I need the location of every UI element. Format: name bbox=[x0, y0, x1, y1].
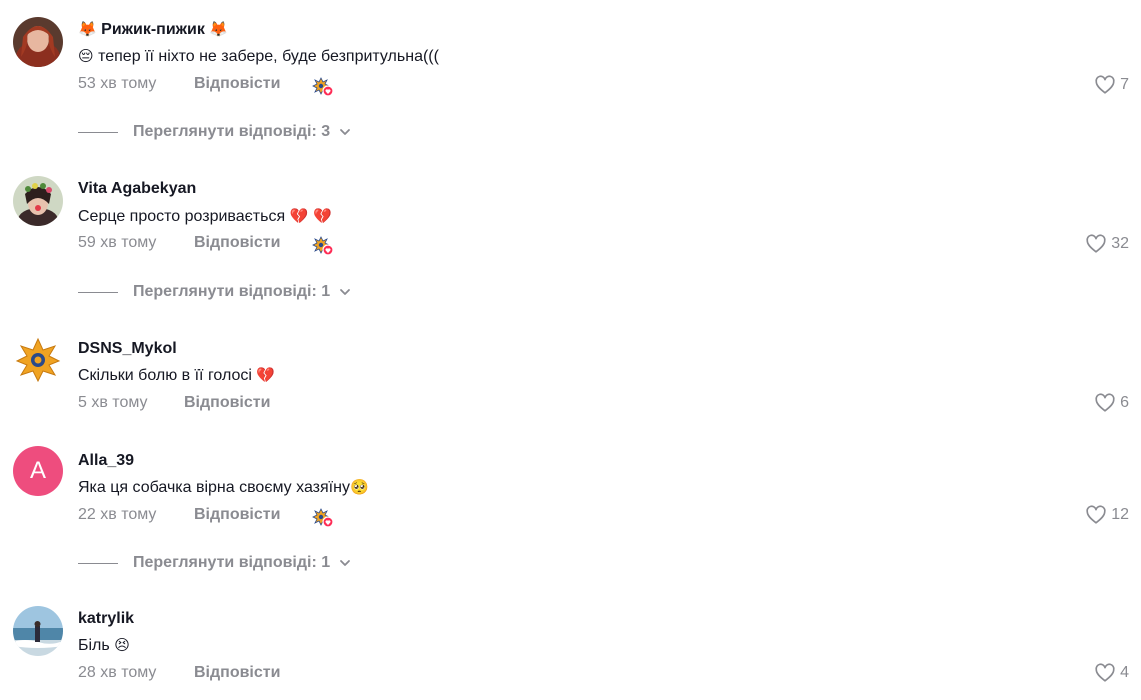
broken-heart-emoji: 💔 bbox=[256, 366, 276, 384]
like-button[interactable]: 12 bbox=[1085, 504, 1129, 526]
creator-liked-badge-icon bbox=[312, 76, 334, 98]
reply-button[interactable]: Відповісти bbox=[194, 234, 280, 252]
comment-item: 🦊 Рижик-пижик 🦊 😔 тепер її ніхто не забе… bbox=[0, 0, 1141, 150]
view-replies-button[interactable]: Переглянути відповіді: 1 bbox=[78, 283, 352, 301]
comment-time: 53 хв тому bbox=[78, 75, 157, 92]
chevron-down-icon bbox=[340, 129, 351, 135]
view-replies-label: Переглянути відповіді: 1 bbox=[133, 283, 331, 300]
comment-text-body: Яка ця собачка вірна своєму хазяїну bbox=[78, 479, 350, 496]
username[interactable]: katrylik bbox=[78, 610, 134, 628]
replies-divider bbox=[78, 562, 118, 564]
avatar[interactable] bbox=[13, 334, 63, 384]
comment-item: Vita Agabekyan Серце просто розривається… bbox=[0, 160, 1141, 310]
like-button[interactable]: 4 bbox=[1094, 662, 1129, 684]
comment-text: Серце просто розривається 💔 💔 bbox=[78, 207, 332, 226]
username[interactable]: DSNS_Mykol bbox=[78, 340, 177, 358]
persevering-face-emoji: 😣 bbox=[114, 636, 130, 654]
comment-text: Скільки болю в її голосі 💔 bbox=[78, 366, 275, 385]
avatar-letter: A bbox=[29, 457, 46, 484]
comment-text: Яка ця собачка вірна своєму хазяїну🥺 bbox=[78, 478, 369, 497]
view-replies-label: Переглянути відповіді: 3 bbox=[133, 123, 331, 140]
comment-item: katrylik Біль 😣 28 хв тому Відповісти 4 bbox=[0, 592, 1141, 700]
like-count: 7 bbox=[1120, 76, 1129, 93]
replies-divider bbox=[78, 291, 118, 293]
heart-outline-icon bbox=[1086, 234, 1106, 253]
view-replies-button[interactable]: Переглянути відповіді: 1 bbox=[78, 554, 352, 572]
like-button[interactable]: 6 bbox=[1094, 392, 1129, 414]
fox-emoji: 🦊 bbox=[78, 20, 97, 38]
reply-button[interactable]: Відповісти bbox=[194, 664, 280, 682]
broken-heart-emoji: 💔 💔 bbox=[289, 207, 332, 225]
comment-item: DSNS_Mykol Скільки болю в її голосі 💔 5 … bbox=[0, 320, 1141, 420]
view-replies-button[interactable]: Переглянути відповіді: 3 bbox=[78, 123, 352, 141]
like-count: 32 bbox=[1111, 235, 1129, 252]
chevron-down-icon bbox=[340, 560, 351, 566]
reply-button[interactable]: Відповісти bbox=[184, 394, 270, 412]
comment-text-body: Серце просто розривається bbox=[78, 208, 286, 225]
username-text: Рижик-пижик bbox=[101, 21, 205, 38]
chevron-down-icon bbox=[340, 289, 351, 295]
avatar[interactable] bbox=[13, 176, 63, 226]
creator-liked-badge-icon bbox=[312, 235, 334, 257]
heart-outline-icon bbox=[1095, 393, 1115, 412]
comment-text-body: тепер її ніхто не забере, буде безпритул… bbox=[98, 48, 439, 65]
username[interactable]: Alla_39 bbox=[78, 452, 134, 470]
reply-button[interactable]: Відповісти bbox=[194, 506, 280, 524]
like-count: 6 bbox=[1120, 394, 1129, 411]
comment-time: 22 хв тому bbox=[78, 506, 157, 523]
like-button[interactable]: 32 bbox=[1085, 233, 1129, 255]
pleading-face-emoji: 🥺 bbox=[349, 478, 369, 496]
comment-item: A Alla_39 Яка ця собачка вірна своєму ха… bbox=[0, 432, 1141, 582]
avatar[interactable] bbox=[13, 606, 63, 656]
comment-text-body: Біль bbox=[78, 637, 110, 654]
heart-outline-icon bbox=[1095, 663, 1115, 682]
comment-text: Біль 😣 bbox=[78, 636, 130, 655]
creator-liked-badge-icon bbox=[312, 507, 334, 529]
view-replies-label: Переглянути відповіді: 1 bbox=[133, 554, 331, 571]
replies-divider bbox=[78, 131, 118, 133]
like-count: 12 bbox=[1111, 506, 1129, 523]
heart-outline-icon bbox=[1086, 505, 1106, 524]
comment-time: 59 хв тому bbox=[78, 234, 157, 251]
reply-button[interactable]: Відповісти bbox=[194, 75, 280, 93]
username[interactable]: Vita Agabekyan bbox=[78, 180, 196, 198]
comment-time: 28 хв тому bbox=[78, 664, 157, 681]
avatar[interactable] bbox=[13, 17, 63, 67]
heart-outline-icon bbox=[1095, 75, 1115, 94]
like-button[interactable]: 7 bbox=[1094, 74, 1129, 96]
like-count: 4 bbox=[1120, 664, 1129, 681]
comment-time: 5 хв тому bbox=[78, 394, 148, 411]
pensive-emoji: 😔 bbox=[78, 47, 94, 65]
fox-emoji: 🦊 bbox=[209, 20, 228, 38]
comment-text: 😔 тепер її ніхто не забере, буде безприт… bbox=[78, 47, 439, 66]
avatar[interactable]: A bbox=[13, 446, 63, 496]
username[interactable]: 🦊 Рижик-пижик 🦊 bbox=[78, 20, 228, 39]
comment-text-body: Скільки болю в її голосі bbox=[78, 367, 252, 384]
